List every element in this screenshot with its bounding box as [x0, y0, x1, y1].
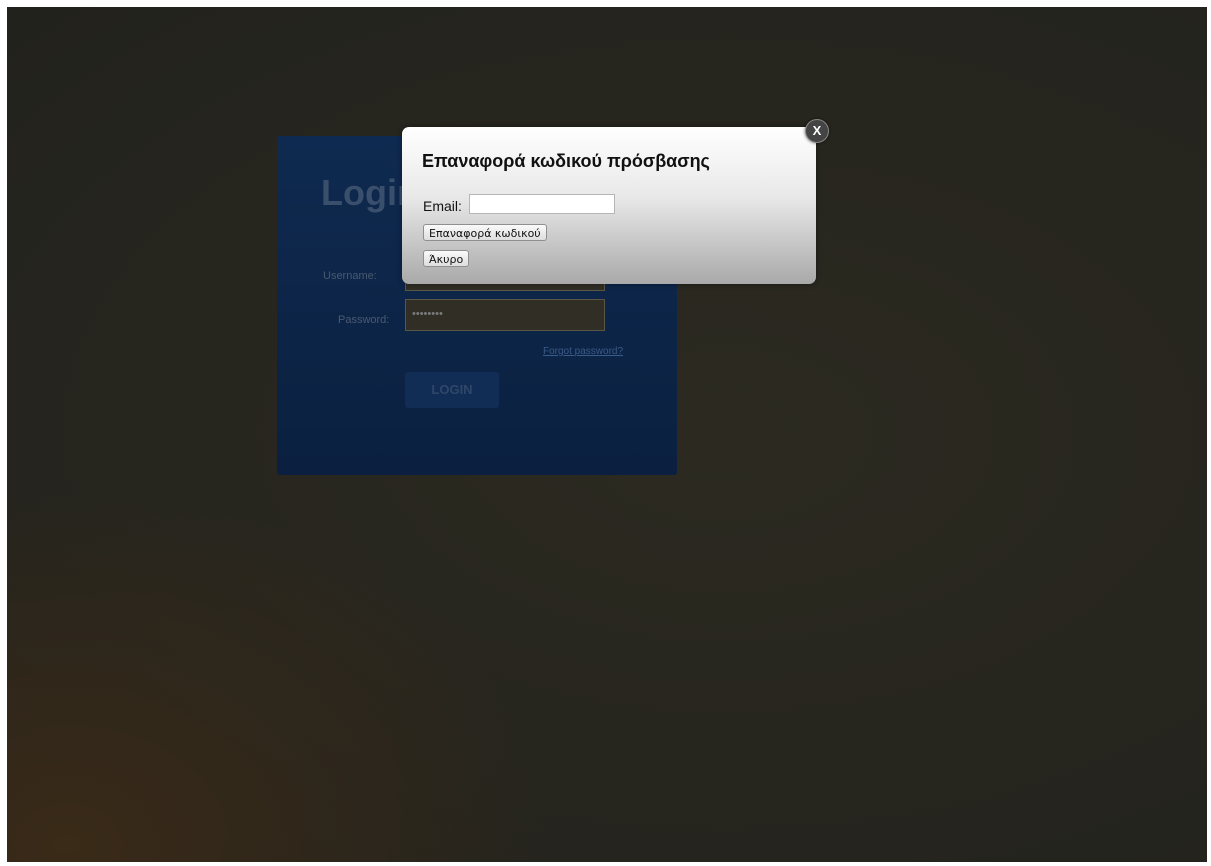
reset-password-modal: Επαναφορά κωδικού πρόσβασης Email: Επανα…	[402, 127, 816, 284]
login-button[interactable]: LOGIN	[405, 372, 499, 408]
password-label: Password:	[338, 314, 390, 326]
modal-title: Επαναφορά κωδικού πρόσβασης	[422, 151, 710, 171]
close-icon[interactable]: X	[805, 119, 829, 143]
password-field[interactable]: ••••••••	[405, 299, 605, 331]
email-label: Email:	[423, 198, 462, 214]
reset-password-button[interactable]: Επαναφορά κωδικού	[423, 224, 547, 241]
email-input[interactable]	[469, 194, 615, 214]
forgot-password-link[interactable]: Forgot password?	[543, 346, 623, 357]
page-background: Login Username: Password: •••••••• Forgo…	[7, 7, 1207, 862]
cancel-button[interactable]: Άκυρο	[423, 250, 470, 267]
username-label: Username:	[323, 270, 377, 282]
password-value: ••••••••	[412, 308, 443, 320]
